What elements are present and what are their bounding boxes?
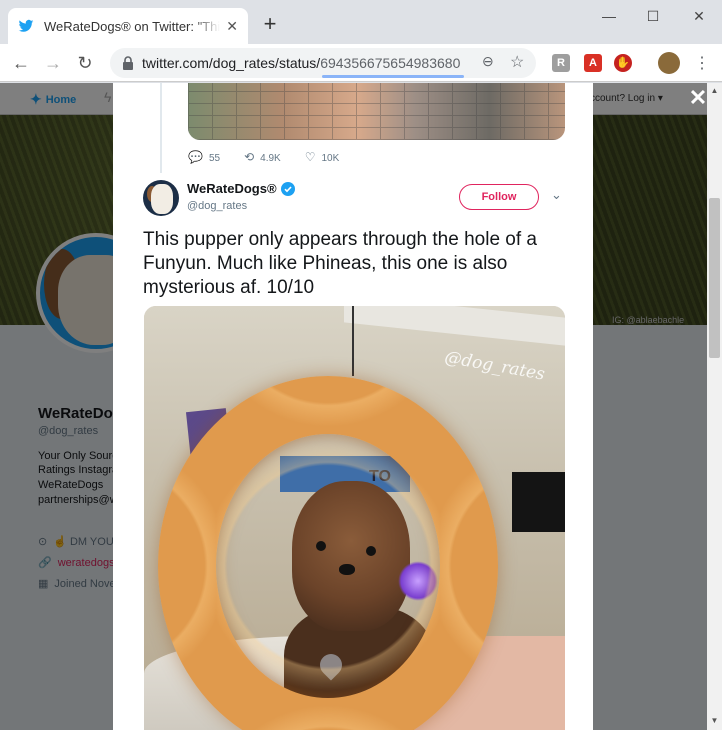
browser-titlebar: WeRateDogs® on Twitter: "This p ✕ + — ☐ … bbox=[0, 0, 722, 44]
brick-texture bbox=[188, 83, 565, 140]
extension-r-icon[interactable]: R bbox=[552, 54, 570, 72]
photo-monitor bbox=[512, 472, 565, 532]
minimize-button[interactable]: — bbox=[594, 6, 624, 26]
url-text: twitter.com/dog_rates/status/69435667565… bbox=[142, 55, 460, 71]
scroll-down-arrow-icon[interactable]: ▼ bbox=[707, 713, 722, 728]
new-tab-button[interactable]: + bbox=[258, 12, 282, 36]
forward-arrow-icon[interactable]: → bbox=[42, 52, 64, 74]
follow-button[interactable]: Follow bbox=[459, 184, 539, 210]
maximize-button[interactable]: ☐ bbox=[638, 6, 668, 26]
avatar-dog-face bbox=[151, 184, 173, 214]
tweet-permalink-modal: 💬 55 ⟲ 4.9K ♡ 10K WeRateDogs® @dog_rates Fo… bbox=[113, 83, 593, 730]
previous-tweet-actions: 💬 55 ⟲ 4.9K ♡ 10K bbox=[188, 150, 339, 164]
previous-tweet-media[interactable] bbox=[188, 83, 565, 140]
url-highlight-underline bbox=[322, 75, 464, 78]
url-host: twitter.com/dog_rates/status/ bbox=[142, 55, 321, 71]
window-close-button[interactable]: ✕ bbox=[684, 6, 714, 26]
tweet-text: This pupper only appears through the hol… bbox=[143, 229, 537, 298]
tweet-author-avatar[interactable] bbox=[143, 180, 179, 216]
close-overlay-icon[interactable]: ✕ bbox=[688, 86, 708, 110]
scroll-up-arrow-icon[interactable]: ▲ bbox=[707, 83, 722, 98]
twitter-bird-icon bbox=[18, 19, 34, 32]
browser-menu-icon[interactable]: ⋮ bbox=[694, 53, 710, 73]
heart-icon: ♡ bbox=[304, 150, 316, 164]
tweet-author-name-row[interactable]: WeRateDogs® bbox=[187, 181, 295, 196]
thread-connector-line bbox=[160, 83, 162, 173]
url-status-id: 694356675654983680 bbox=[320, 55, 461, 71]
zoom-icon[interactable]: ⊖ bbox=[482, 53, 494, 70]
like-action[interactable]: ♡ 10K bbox=[305, 150, 340, 164]
extension-pdf-icon[interactable]: A bbox=[584, 54, 602, 72]
retweet-icon: ⟲ bbox=[244, 150, 255, 164]
tweet-photo[interactable]: TO @dog_rates bbox=[144, 306, 565, 730]
page-scrollbar[interactable] bbox=[707, 83, 722, 730]
reply-icon: 💬 bbox=[188, 150, 203, 164]
browser-tab[interactable]: WeRateDogs® on Twitter: "This p ✕ bbox=[8, 8, 248, 44]
verified-badge-icon bbox=[280, 181, 295, 196]
address-bar[interactable]: twitter.com/dog_rates/status/69435667565… bbox=[110, 48, 536, 78]
browser-toolbar: ← → ↻ twitter.com/dog_rates/status/69435… bbox=[0, 44, 722, 82]
reply-action[interactable]: 💬 55 bbox=[188, 150, 220, 164]
retweet-count: 4.9K bbox=[260, 153, 281, 164]
bookmark-star-icon[interactable]: ☆ bbox=[510, 52, 524, 72]
tweet-author-name[interactable]: WeRateDogs® bbox=[187, 181, 277, 196]
reply-count: 55 bbox=[208, 153, 221, 164]
photo-cord bbox=[352, 306, 354, 376]
retweet-action[interactable]: ⟲ 4.9K bbox=[244, 150, 281, 164]
tweet-author-handle[interactable]: @dog_rates bbox=[187, 200, 247, 212]
lock-icon bbox=[123, 56, 133, 70]
tab-close-icon[interactable]: ✕ bbox=[226, 18, 238, 35]
extension-adblock-icon[interactable]: ✋ bbox=[614, 54, 632, 72]
reload-icon[interactable]: ↻ bbox=[74, 52, 96, 74]
like-count: 10K bbox=[321, 153, 340, 164]
profile-avatar-icon[interactable] bbox=[658, 52, 680, 74]
back-arrow-icon[interactable]: ← bbox=[10, 52, 32, 74]
scrollbar-thumb[interactable] bbox=[709, 198, 720, 358]
tab-title: WeRateDogs® on Twitter: "This p bbox=[44, 18, 221, 34]
chevron-down-icon[interactable]: ⌄ bbox=[551, 187, 562, 203]
